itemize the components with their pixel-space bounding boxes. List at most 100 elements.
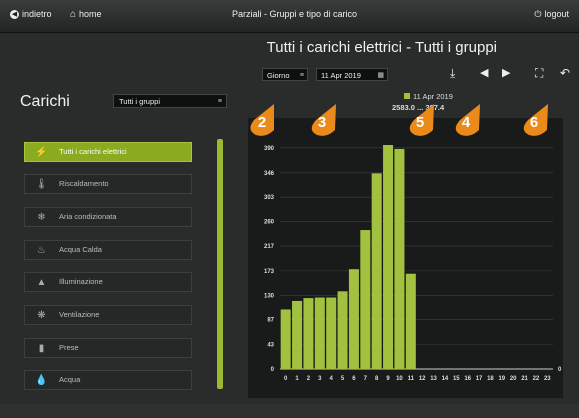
x-tick-label: 11 xyxy=(408,376,415,382)
x-tick-label: 7 xyxy=(364,376,368,382)
x-tick-label: 22 xyxy=(533,376,540,382)
lightning-icon: ⚡ xyxy=(35,147,48,158)
thermometer-icon: 🌡 xyxy=(35,179,48,190)
x-tick-label: 4 xyxy=(330,376,334,382)
annotation-number: 6 xyxy=(529,114,539,131)
bar xyxy=(280,309,291,369)
x-tick-label: 21 xyxy=(521,376,528,382)
bar xyxy=(326,297,337,369)
sidebar-item-riscaldamento[interactable]: 🌡 Riscaldamento xyxy=(24,174,192,194)
annotation-2: 2 xyxy=(244,100,280,138)
chart-area: 0 43 87 130 173 217 260 303 346 390 0 0 1 2 3 4 5 6 7 8 9 10 1… xyxy=(248,118,563,398)
sidebar-item-label: Prese xyxy=(59,343,79,352)
prev-arrow-icon: ◀ xyxy=(480,67,489,79)
sidebar-item-prese[interactable]: ▮ Prese xyxy=(24,338,192,358)
x-tick-label: 1 xyxy=(295,376,299,382)
annotation-5: 5 xyxy=(402,100,438,138)
download-icon: ⤓ xyxy=(450,66,456,80)
x-tick-label: 15 xyxy=(453,376,460,382)
download-button[interactable]: ⤓ xyxy=(450,66,455,80)
x-tick-label: 18 xyxy=(487,376,494,382)
x-tick-label: 19 xyxy=(498,376,505,382)
fullscreen-button[interactable]: ⛶ xyxy=(535,66,543,80)
top-bar: ◀ indietro ⌂ home Parziali - Gruppi e tipo… xyxy=(0,0,579,33)
sidebar-item-label: Acqua Calda xyxy=(59,245,102,254)
x-tick-label: 13 xyxy=(430,376,437,382)
back-label: indietro xyxy=(22,9,52,19)
x-tick-label: 6 xyxy=(352,376,356,382)
annotation-6: 6 xyxy=(516,100,552,138)
group-select-value: Tutti i gruppi xyxy=(119,97,160,106)
sidebar-item-acqua-calda[interactable]: ♨ Acqua Calda xyxy=(24,240,192,260)
faucet-icon: ♨ xyxy=(37,245,46,256)
back-button[interactable]: ◀ indietro xyxy=(10,9,52,20)
next-arrow-icon: ▶ xyxy=(502,67,511,79)
bar xyxy=(371,173,382,369)
sidebar-item-acqua[interactable]: 💧 Acqua xyxy=(24,370,192,390)
y-tick-label: 43 xyxy=(267,343,274,349)
prev-button[interactable]: ◀ xyxy=(480,66,488,80)
next-button[interactable]: ▶ xyxy=(502,66,510,80)
undo-icon: ↶ xyxy=(560,66,571,80)
bar xyxy=(314,297,325,369)
sidebar-item-label: Ventilazione xyxy=(59,310,100,319)
window-title: Parziali - Gruppi e tipo di carico xyxy=(232,9,358,19)
period-value: Giorno xyxy=(267,71,290,80)
y2-tick-label: 0 xyxy=(558,367,562,373)
y-tick-label: 346 xyxy=(264,171,275,177)
x-tick-label: 5 xyxy=(341,376,345,382)
y-tick-label: 130 xyxy=(264,293,275,299)
x-tick-label: 9 xyxy=(386,376,390,382)
bar xyxy=(360,230,371,369)
home-button[interactable]: ⌂ home xyxy=(70,9,102,20)
x-tick-label: 23 xyxy=(544,376,551,382)
lamp-icon: ▲ xyxy=(36,277,47,288)
bar xyxy=(383,144,394,369)
sidebar-item-aria[interactable]: ❄ Aria condizionata xyxy=(24,207,192,227)
x-tick-label: 12 xyxy=(419,376,426,382)
sidebar-item-tutti[interactable]: ⚡ Tutti i carichi elettrici xyxy=(24,142,192,162)
page-title: Tutti i carichi elettrici - Tutti i grup… xyxy=(266,39,497,56)
date-value: 11 Apr 2019 xyxy=(321,71,361,80)
y-tick-label: 173 xyxy=(264,269,275,275)
period-select[interactable]: Giorno ≡ xyxy=(262,68,308,81)
bar-chart: 0438713017321726030334639000 1 2 3 4 5 6 7 8 9 10 1… xyxy=(264,144,562,382)
annotation-number: 3 xyxy=(317,114,327,131)
x-tick-label: 0 xyxy=(284,376,288,382)
x-tick-label: 8 xyxy=(375,376,379,382)
legend-swatch xyxy=(404,93,410,99)
y-tick-label: 87 xyxy=(267,318,274,324)
menu-icon: ≡ xyxy=(299,72,304,79)
fullscreen-icon: ⛶ xyxy=(535,66,544,80)
x-tick-label: 20 xyxy=(510,376,517,382)
home-label: home xyxy=(79,9,102,19)
bar xyxy=(337,291,348,369)
plug-icon: ▮ xyxy=(38,343,45,354)
y-tick-label: 303 xyxy=(264,195,275,201)
sidebar-item-ventilazione[interactable]: ❋ Ventilazione xyxy=(24,305,192,325)
x-tick-label: 14 xyxy=(442,376,449,382)
sidebar-item-label: Aria condizionata xyxy=(59,212,117,221)
y-tick-label: 390 xyxy=(264,146,275,152)
home-icon: ⌂ xyxy=(70,9,77,20)
date-picker[interactable]: 11 Apr 2019 ▦ xyxy=(316,68,388,81)
x-tick-label: 17 xyxy=(476,376,483,382)
logout-button[interactable]: ⏻ logout xyxy=(534,9,569,20)
logout-label: logout xyxy=(544,9,569,19)
fan-icon: ❋ xyxy=(37,310,46,321)
bottom-bar xyxy=(0,404,579,418)
sidebar-item-illuminazione[interactable]: ▲ Illuminazione xyxy=(24,272,192,292)
bar xyxy=(292,300,303,369)
x-tick-label: 2 xyxy=(307,376,311,382)
group-select[interactable]: Tutti i gruppi ≡ xyxy=(113,94,227,108)
bar xyxy=(303,298,314,369)
annotation-4: 4 xyxy=(448,100,484,138)
sidebar-scrollbar[interactable] xyxy=(217,139,223,389)
sidebar-item-label: Illuminazione xyxy=(59,277,103,286)
annotation-number: 4 xyxy=(461,114,471,131)
power-icon: ⏻ xyxy=(534,9,542,19)
undo-button[interactable]: ↶ xyxy=(560,66,570,80)
bar xyxy=(394,148,405,369)
annotation-number: 5 xyxy=(415,114,425,131)
annotation-3: 3 xyxy=(304,100,340,138)
